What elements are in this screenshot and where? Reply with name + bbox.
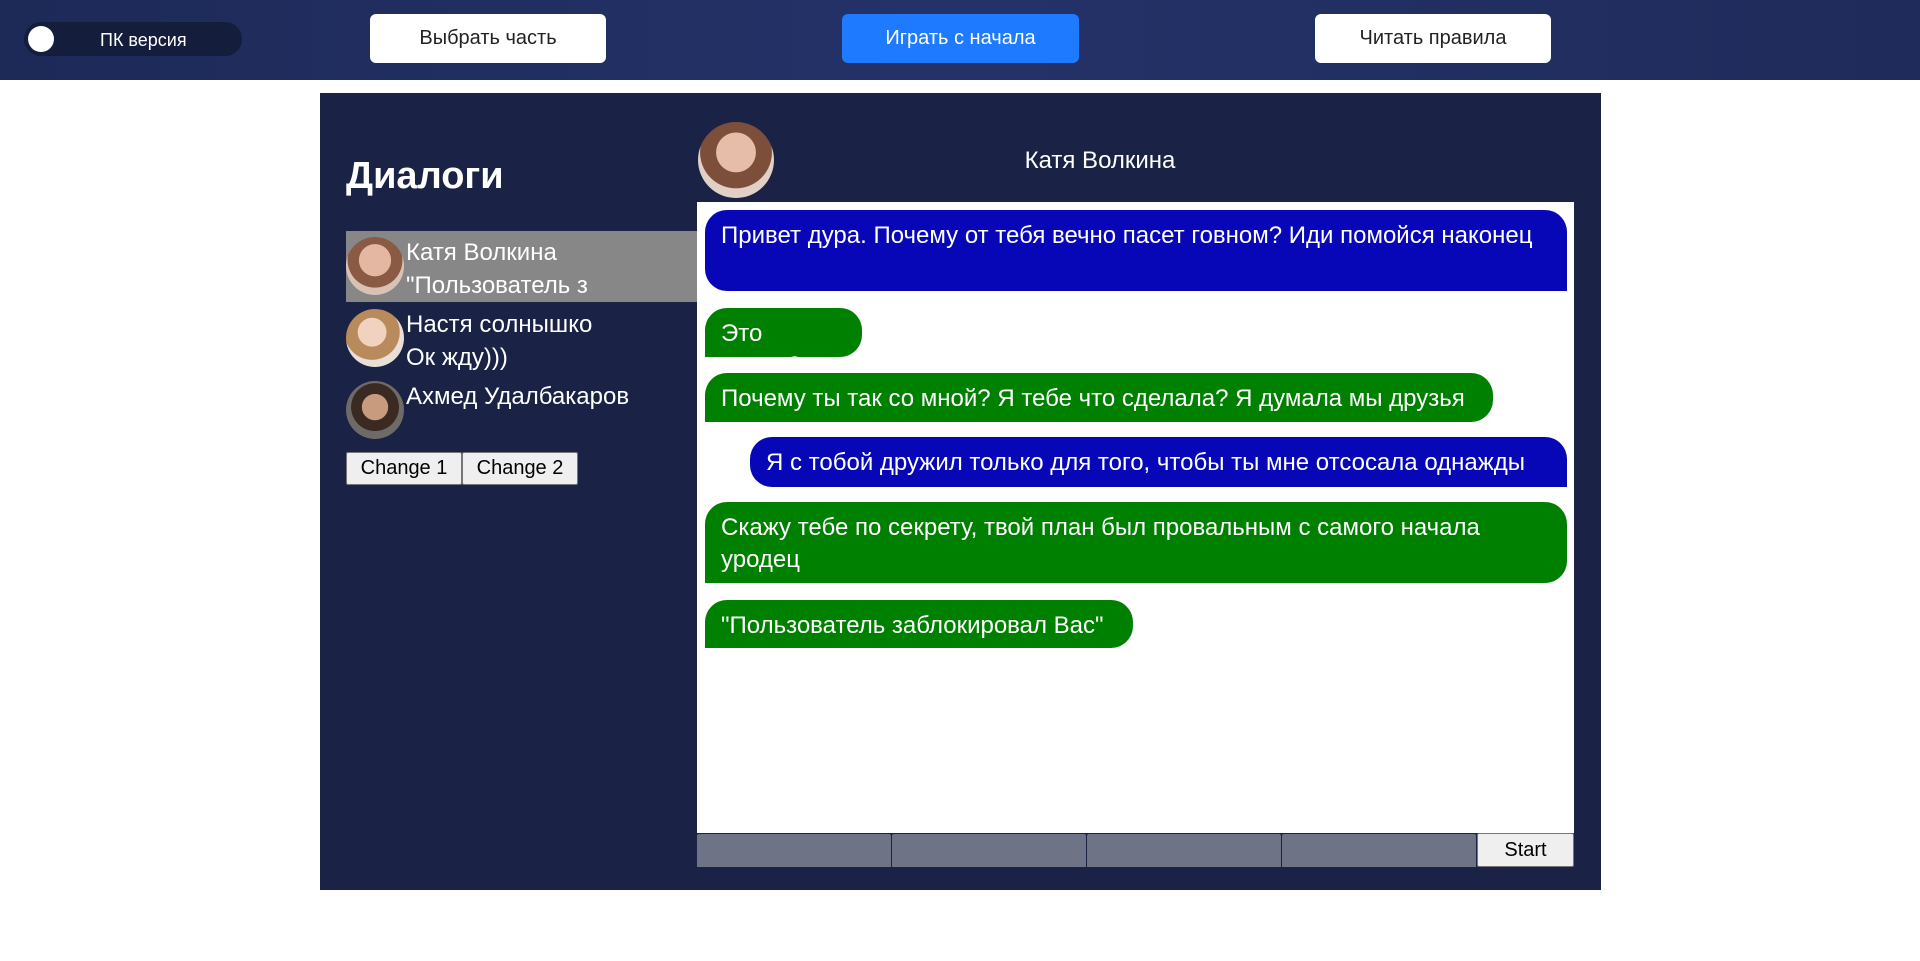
choice-slot-2[interactable] — [892, 834, 1086, 867]
pc-version-toggle[interactable]: ПК версия — [24, 22, 242, 56]
restart-button[interactable]: Играть с начала — [842, 14, 1079, 63]
change-1-button[interactable]: Change 1 — [346, 452, 462, 485]
dialog-name: Настя солнышко — [406, 311, 593, 338]
choice-slot-3[interactable] — [1087, 834, 1281, 867]
choose-part-button[interactable]: Выбрать часть — [370, 14, 606, 63]
choice-slot-4[interactable] — [1282, 834, 1476, 867]
dialog-name: Катя Волкина — [406, 239, 557, 266]
chat-area: Привет дура. Почему от тебя вечно пасет … — [697, 202, 1574, 833]
rules-button[interactable]: Читать правила — [1315, 14, 1551, 63]
dialog-preview: Ок жду))) — [406, 344, 508, 371]
avatar — [346, 381, 404, 439]
dialogs-title: Диалоги — [346, 155, 504, 197]
dialog-name: Ахмед Удалбакаров — [406, 383, 630, 410]
choice-slot-1[interactable] — [697, 834, 891, 867]
message-bubble: Скажу тебе по секрету, твой план был про… — [705, 502, 1567, 583]
message-bubble: "Пользователь заблокировал Вас" — [705, 600, 1133, 648]
chat-avatar — [698, 122, 774, 198]
message-bubble: Это шутка? — [705, 308, 862, 379]
messenger-panel: Диалоги Катя Волкина "Пользователь з Нас… — [320, 93, 1601, 890]
dialog-item-katya[interactable]: Катя Волкина "Пользователь з — [346, 231, 697, 302]
toggle-knob[interactable] — [28, 26, 54, 52]
avatar — [346, 237, 404, 295]
toggle-label: ПК версия — [100, 30, 187, 50]
chat-contact-name: Катя Волкина — [1024, 147, 1176, 174]
dialog-item-nastya[interactable]: Настя солнышко Ок жду))) — [346, 303, 697, 374]
dialog-item-ahmed[interactable]: Ахмед Удалбакаров — [346, 375, 697, 446]
change-2-button[interactable]: Change 2 — [462, 452, 578, 485]
message-bubble: Почему ты так со мной? Я тебе что сделал… — [705, 373, 1493, 422]
start-button[interactable]: Start — [1477, 833, 1574, 867]
message-bubble: Я с тобой дружил только для того, чтобы … — [750, 437, 1567, 487]
top-bar: ПК версия Выбрать часть Играть с начала … — [0, 0, 1920, 80]
avatar — [346, 309, 404, 367]
message-bubble: Привет дура. Почему от тебя вечно пасет … — [705, 210, 1567, 291]
dialog-preview: "Пользователь з — [406, 272, 588, 299]
